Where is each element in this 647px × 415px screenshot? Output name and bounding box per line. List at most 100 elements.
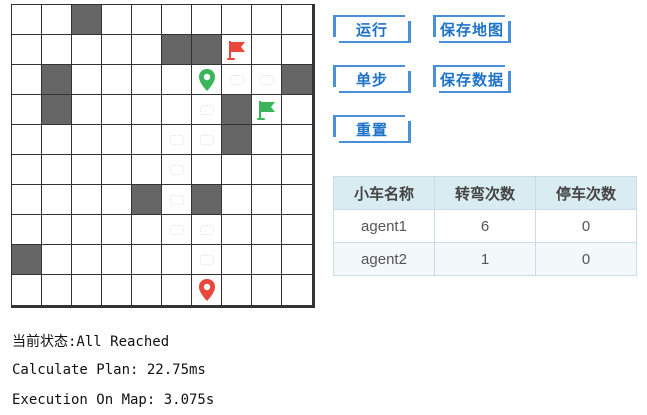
grid-cell[interactable] — [192, 215, 222, 245]
grid-cell[interactable] — [42, 155, 72, 185]
grid-cell[interactable] — [42, 125, 72, 155]
grid-cell[interactable] — [102, 5, 132, 35]
grid-cell[interactable] — [132, 35, 162, 65]
grid-cell[interactable] — [192, 245, 222, 275]
grid-cell[interactable] — [252, 245, 282, 275]
grid-cell[interactable] — [282, 95, 312, 125]
grid-cell[interactable] — [252, 65, 282, 95]
grid-cell[interactable] — [72, 215, 102, 245]
grid-cell[interactable] — [222, 245, 252, 275]
grid-cell[interactable] — [72, 245, 102, 275]
grid-cell[interactable] — [222, 65, 252, 95]
grid-cell[interactable] — [12, 155, 42, 185]
grid-cell[interactable] — [132, 125, 162, 155]
grid-cell[interactable] — [282, 155, 312, 185]
grid-cell[interactable] — [12, 35, 42, 65]
grid-cell[interactable] — [102, 245, 132, 275]
grid-cell[interactable] — [132, 65, 162, 95]
grid-cell[interactable] — [252, 215, 282, 245]
obstacle-cell[interactable] — [192, 185, 222, 215]
obstacle-cell[interactable] — [42, 95, 72, 125]
obstacle-cell[interactable] — [282, 65, 312, 95]
grid-cell[interactable] — [42, 275, 72, 305]
grid-cell[interactable] — [192, 95, 222, 125]
grid-cell[interactable] — [12, 65, 42, 95]
grid-cell[interactable] — [162, 215, 192, 245]
grid-cell[interactable] — [12, 95, 42, 125]
grid-cell[interactable] — [102, 35, 132, 65]
grid-cell[interactable] — [42, 215, 72, 245]
obstacle-cell[interactable] — [132, 185, 162, 215]
grid-cell[interactable] — [72, 35, 102, 65]
obstacle-cell[interactable] — [72, 5, 102, 35]
grid-cell[interactable] — [12, 215, 42, 245]
grid-cell[interactable] — [192, 65, 222, 95]
grid-cell[interactable] — [102, 155, 132, 185]
grid-cell[interactable] — [282, 275, 312, 305]
grid-cell[interactable] — [162, 95, 192, 125]
run-button[interactable]: 运行 — [333, 15, 411, 43]
grid-cell[interactable] — [252, 275, 282, 305]
grid-cell[interactable] — [162, 5, 192, 35]
reset-button[interactable]: 重置 — [333, 115, 411, 143]
grid-cell[interactable] — [102, 65, 132, 95]
grid-cell[interactable] — [132, 95, 162, 125]
grid-cell[interactable] — [72, 155, 102, 185]
step-button[interactable]: 单步 — [333, 65, 411, 93]
grid-cell[interactable] — [102, 125, 132, 155]
grid-cell[interactable] — [282, 215, 312, 245]
grid-cell[interactable] — [162, 125, 192, 155]
grid-cell[interactable] — [192, 125, 222, 155]
grid-cell[interactable] — [72, 125, 102, 155]
grid-cell[interactable] — [252, 155, 282, 185]
grid-cell[interactable] — [282, 5, 312, 35]
grid-cell[interactable] — [162, 155, 192, 185]
grid-cell[interactable] — [102, 275, 132, 305]
grid-cell[interactable] — [252, 125, 282, 155]
obstacle-cell[interactable] — [42, 65, 72, 95]
grid-cell[interactable] — [132, 275, 162, 305]
obstacle-cell[interactable] — [222, 95, 252, 125]
grid-cell[interactable] — [222, 5, 252, 35]
obstacle-cell[interactable] — [12, 245, 42, 275]
grid-cell[interactable] — [162, 245, 192, 275]
grid-cell[interactable] — [252, 35, 282, 65]
grid-cell[interactable] — [72, 275, 102, 305]
grid-cell[interactable] — [42, 35, 72, 65]
grid-cell[interactable] — [102, 95, 132, 125]
grid-cell[interactable] — [72, 185, 102, 215]
grid-cell[interactable] — [282, 185, 312, 215]
save-data-button[interactable]: 保存数据 — [433, 65, 511, 93]
grid-cell[interactable] — [12, 185, 42, 215]
grid-cell[interactable] — [42, 5, 72, 35]
map-grid[interactable] — [11, 4, 315, 308]
save-map-button[interactable]: 保存地图 — [433, 15, 511, 43]
grid-cell[interactable] — [72, 65, 102, 95]
obstacle-cell[interactable] — [222, 125, 252, 155]
obstacle-cell[interactable] — [162, 35, 192, 65]
grid-cell[interactable] — [282, 125, 312, 155]
grid-cell[interactable] — [222, 35, 252, 65]
grid-cell[interactable] — [102, 215, 132, 245]
grid-cell[interactable] — [162, 185, 192, 215]
grid-cell[interactable] — [72, 95, 102, 125]
grid-cell[interactable] — [252, 185, 282, 215]
obstacle-cell[interactable] — [192, 35, 222, 65]
grid-cell[interactable] — [132, 215, 162, 245]
grid-cell[interactable] — [132, 5, 162, 35]
grid-cell[interactable] — [252, 5, 282, 35]
grid-cell[interactable] — [192, 5, 222, 35]
grid-cell[interactable] — [132, 155, 162, 185]
grid-cell[interactable] — [222, 185, 252, 215]
grid-cell[interactable] — [222, 215, 252, 245]
grid-cell[interactable] — [282, 245, 312, 275]
grid-cell[interactable] — [162, 65, 192, 95]
grid-cell[interactable] — [222, 275, 252, 305]
grid-cell[interactable] — [222, 155, 252, 185]
grid-cell[interactable] — [282, 35, 312, 65]
grid-cell[interactable] — [12, 5, 42, 35]
grid-cell[interactable] — [162, 275, 192, 305]
grid-cell[interactable] — [132, 245, 162, 275]
grid-cell[interactable] — [12, 275, 42, 305]
grid-cell[interactable] — [42, 245, 72, 275]
